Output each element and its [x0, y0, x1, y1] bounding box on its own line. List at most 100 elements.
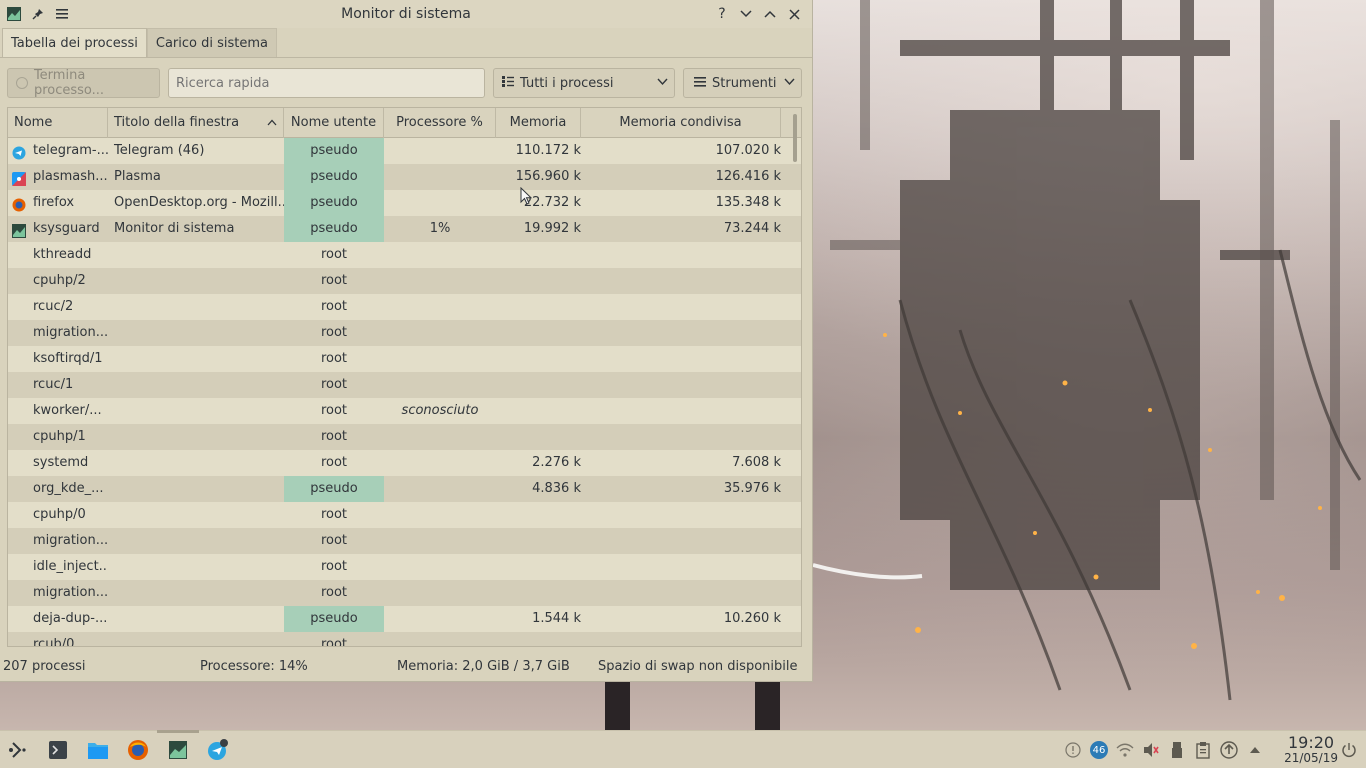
cell-window-title: OpenDesktop.org - Mozill...: [114, 195, 284, 210]
terminal-icon[interactable]: [47, 739, 69, 761]
table-row[interactable]: org_kde_... pseudo 4.836 k 35.976 k: [8, 476, 801, 502]
firefox-icon[interactable]: [127, 739, 149, 761]
kill-process-button[interactable]: Termina processo...: [7, 68, 160, 98]
cell-shared-memory: [581, 242, 781, 268]
cell-memory: [496, 346, 581, 372]
column-header-shared-memory[interactable]: Memoria condivisa: [581, 108, 781, 138]
cell-cpu: [384, 450, 496, 476]
table-row[interactable]: idle_inject... root: [8, 554, 801, 580]
table-row[interactable]: cpuhp/2 root: [8, 268, 801, 294]
clipboard-icon[interactable]: [1192, 739, 1214, 761]
cell-user-name: pseudo: [284, 190, 384, 216]
table-row[interactable]: rcub/0 root: [8, 632, 801, 647]
table-row[interactable]: ksysguard Monitor di sistema pseudo 1% 19.99…: [8, 216, 801, 242]
cell-memory: 2.276 k: [532, 455, 581, 470]
cell-memory: [496, 580, 581, 606]
cell-user-name: root: [320, 299, 348, 314]
telegram-tray-icon[interactable]: 46: [1088, 739, 1110, 761]
table-row[interactable]: cpuhp/0 root: [8, 502, 801, 528]
cell-user-name: root: [320, 559, 348, 574]
cell-shared-memory: [581, 372, 781, 398]
cell-cpu: [384, 138, 496, 164]
cell-window-title: [108, 502, 284, 528]
cell-window-title: Plasma: [114, 169, 161, 184]
column-header-name[interactable]: Nome: [8, 108, 108, 138]
cell-user-name: pseudo: [284, 138, 384, 164]
updates-icon[interactable]: [1218, 739, 1240, 761]
vertical-scrollbar[interactable]: [793, 114, 797, 162]
cell-cpu: [384, 580, 496, 606]
column-header-user[interactable]: Nome utente: [284, 108, 384, 138]
volume-muted-icon[interactable]: [1140, 739, 1162, 761]
table-row[interactable]: rcuc/1 root: [8, 372, 801, 398]
table-row[interactable]: firefox OpenDesktop.org - Mozill... pseudo…: [8, 190, 801, 216]
table-row[interactable]: cpuhp/1 root: [8, 424, 801, 450]
telegram-taskbar-icon[interactable]: [207, 739, 229, 761]
cell-shared-memory: 73.244 k: [723, 221, 781, 236]
cell-process-name: migration...: [33, 585, 108, 600]
minimize-button[interactable]: [736, 4, 756, 24]
cell-memory: [496, 320, 581, 346]
cell-user-name: root: [320, 377, 348, 392]
cell-memory: [496, 398, 581, 424]
cell-memory: [496, 632, 581, 646]
tab-bar: Tabella dei processi Carico di sistema: [0, 28, 812, 58]
file-manager-icon[interactable]: [87, 739, 109, 761]
power-icon[interactable]: [1338, 739, 1360, 761]
cell-memory: [496, 528, 581, 554]
status-process-count: 207 processi: [3, 659, 86, 674]
usb-device-icon[interactable]: [1166, 739, 1188, 761]
table-row[interactable]: deja-dup-... pseudo 1.544 k 10.260 k: [8, 606, 801, 632]
table-row[interactable]: ksoftirqd/1 root: [8, 346, 801, 372]
cell-shared-memory: [581, 502, 781, 528]
tab-system-load[interactable]: Carico di sistema: [146, 28, 278, 57]
cell-window-title: [108, 294, 284, 320]
cell-cpu: [384, 528, 496, 554]
tray-expand-icon[interactable]: [1244, 739, 1266, 761]
cell-user-name: root: [320, 637, 348, 647]
cell-shared-memory: [581, 346, 781, 372]
close-button[interactable]: [784, 4, 804, 24]
cell-cpu: [384, 502, 496, 528]
system-monitor-window: Monitor di sistema ? Tabella dei process…: [0, 0, 813, 682]
cell-shared-memory: 107.020 k: [715, 143, 781, 158]
table-row[interactable]: migration... root: [8, 580, 801, 606]
cell-user-name: root: [320, 455, 348, 470]
tab-process-table[interactable]: Tabella dei processi: [2, 28, 147, 57]
column-header-memory[interactable]: Memoria: [496, 108, 581, 138]
table-row[interactable]: migration... root: [8, 528, 801, 554]
table-row[interactable]: kthreadd root: [8, 242, 801, 268]
table-row[interactable]: kworker/... root sconosciuto: [8, 398, 801, 424]
cell-memory: 19.992 k: [523, 221, 581, 236]
notifications-icon[interactable]: [1062, 739, 1084, 761]
cell-user-name: pseudo: [284, 606, 384, 632]
cell-process-name: org_kde_...: [33, 481, 104, 496]
search-input[interactable]: [168, 68, 485, 98]
process-table[interactable]: Nome Titolo della finestra Nome utente P…: [7, 107, 802, 647]
table-row[interactable]: rcuc/2 root: [8, 294, 801, 320]
maximize-button[interactable]: [760, 4, 780, 24]
system-monitor-taskbar-icon[interactable]: [167, 739, 189, 761]
table-row[interactable]: telegram-... Telegram (46) pseudo 110.172 k…: [8, 138, 801, 164]
cell-memory: [496, 294, 581, 320]
help-button[interactable]: ?: [712, 4, 732, 24]
window-titlebar[interactable]: Monitor di sistema ?: [0, 0, 812, 28]
cell-window-title: [108, 372, 284, 398]
wifi-icon[interactable]: [1114, 739, 1136, 761]
cell-shared-memory: 10.260 k: [723, 611, 781, 626]
process-filter-select[interactable]: Tutti i processi: [493, 68, 675, 98]
table-row[interactable]: plasmash... Plasma pseudo 156.960 k 126.416 …: [8, 164, 801, 190]
cell-shared-memory: [581, 528, 781, 554]
cell-shared-memory: 7.608 k: [732, 455, 781, 470]
digital-clock[interactable]: 19:20 21/05/19: [1284, 735, 1338, 766]
cell-user-name: pseudo: [284, 476, 384, 502]
tools-menu-button[interactable]: Strumenti: [683, 68, 802, 98]
table-row[interactable]: systemd root 2.276 k 7.608 k: [8, 450, 801, 476]
cell-shared-memory: [581, 554, 781, 580]
column-header-window-title[interactable]: Titolo della finestra: [108, 108, 284, 138]
app-launcher-icon[interactable]: [8, 739, 30, 761]
status-cpu: Processore: 14%: [200, 659, 308, 674]
column-header-cpu[interactable]: Processore %: [384, 108, 496, 138]
table-row[interactable]: migration... root: [8, 320, 801, 346]
cell-process-name: idle_inject...: [33, 559, 108, 574]
